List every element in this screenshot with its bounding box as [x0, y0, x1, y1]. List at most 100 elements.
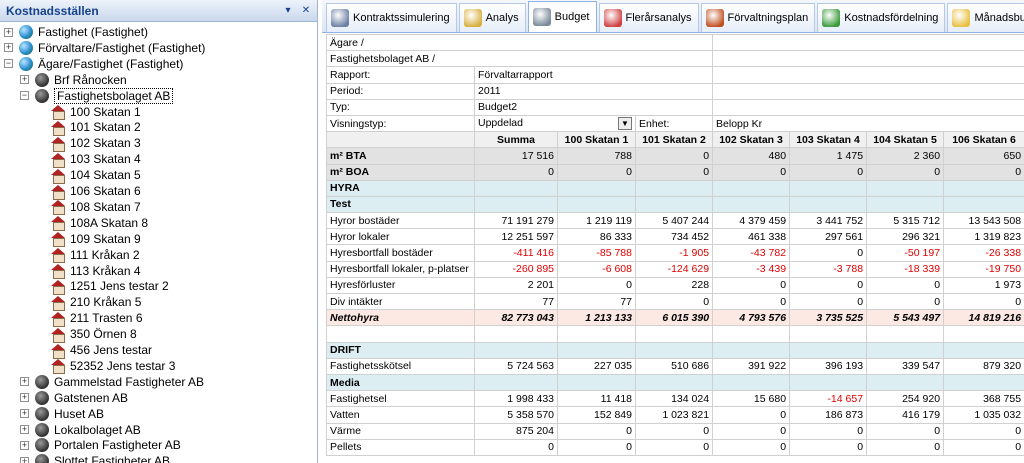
table-cell[interactable] [789, 179, 868, 197]
table-cell[interactable] [474, 325, 558, 343]
tree-node[interactable]: 109 Skatan 9 [36, 231, 141, 248]
table-cell[interactable] [866, 341, 945, 359]
table-cell[interactable] [712, 195, 791, 214]
table-cell[interactable]: 15 680 [712, 390, 791, 408]
table-cell[interactable] [943, 195, 1024, 214]
tree-node[interactable]: + Fastighet (Fastighet) [4, 24, 148, 40]
table-cell[interactable]: -19 750 [943, 260, 1024, 278]
tree-node[interactable]: 100 Skatan 1 [36, 104, 141, 120]
tree-node[interactable]: + Lokalbolaget AB [20, 422, 141, 438]
table-cell[interactable]: 0 [634, 438, 714, 456]
table-cell[interactable]: -50 197 [866, 244, 945, 262]
table-cell[interactable]: -85 788 [557, 244, 636, 262]
table-cell[interactable]: 5 407 244 [634, 212, 714, 230]
table-cell[interactable] [789, 373, 868, 392]
table-cell[interactable]: -1 905 [634, 244, 714, 262]
table-cell[interactable]: 734 452 [634, 228, 714, 246]
table-cell[interactable]: 0 [712, 422, 791, 440]
table-cell[interactable] [943, 373, 1024, 392]
table-cell[interactable]: 510 686 [634, 357, 714, 375]
table-cell[interactable] [634, 341, 714, 359]
column-header[interactable]: Summa [474, 131, 558, 149]
table-cell[interactable] [634, 195, 714, 214]
tree-node[interactable]: 1251 Jens testar 2 [36, 278, 169, 295]
tab-contract[interactable]: Kontraktssimulering [326, 3, 457, 32]
tab-calendar[interactable]: Flerårsanalys [598, 3, 699, 32]
column-header[interactable]: 100 Skatan 1 [557, 131, 636, 149]
table-cell[interactable]: 77 [557, 292, 636, 311]
table-cell[interactable]: -260 895 [474, 260, 558, 278]
table-cell[interactable]: -14 657 [789, 390, 868, 408]
table-cell[interactable]: 17 516 [474, 147, 558, 165]
table-cell[interactable]: 5 315 712 [866, 212, 945, 230]
collapse-icon[interactable]: − [20, 91, 29, 101]
tree-node[interactable]: 52352 Jens testar 3 [36, 358, 175, 375]
table-cell[interactable]: 6 015 390 [634, 309, 714, 327]
table-cell[interactable]: 4 793 576 [712, 309, 791, 327]
tree-node[interactable]: + Huset AB [20, 406, 104, 422]
table-cell[interactable]: 186 873 [789, 406, 868, 424]
table-cell[interactable]: 254 920 [866, 390, 945, 408]
type-value[interactable]: Budget2 [473, 98, 714, 116]
table-cell[interactable]: 5 358 570 [474, 406, 558, 424]
table-cell[interactable] [557, 373, 636, 392]
table-cell[interactable] [789, 325, 868, 343]
table-cell[interactable]: 1 023 821 [634, 406, 714, 424]
tree-node[interactable]: 101 Skatan 2 [36, 119, 141, 136]
table-cell[interactable]: -26 338 [943, 244, 1024, 262]
table-cell[interactable]: 875 204 [474, 422, 558, 440]
table-cell[interactable]: 0 [789, 438, 868, 456]
table-cell[interactable]: 5 543 497 [866, 309, 945, 327]
table-cell[interactable]: -6 608 [557, 260, 636, 278]
tab-calculator[interactable]: Budget [527, 1, 597, 32]
table-cell[interactable]: 71 191 279 [474, 212, 558, 230]
table-cell[interactable]: 0 [789, 292, 868, 311]
column-header[interactable]: 104 Skatan 5 [866, 131, 945, 149]
table-cell[interactable]: 1 973 [943, 276, 1024, 295]
expand-icon[interactable]: + [20, 393, 29, 403]
table-cell[interactable]: 2 360 [866, 147, 945, 165]
column-header[interactable]: 106 Skatan 6 [943, 131, 1024, 149]
expand-icon[interactable]: + [20, 377, 29, 387]
table-cell[interactable]: 480 [712, 147, 791, 165]
table-cell[interactable] [557, 341, 636, 359]
tab-magnifier[interactable]: Analys [458, 3, 526, 32]
column-header[interactable]: 101 Skatan 2 [634, 131, 714, 149]
pin-icon[interactable]: ▾ [281, 4, 295, 18]
table-cell[interactable]: 0 [634, 163, 714, 181]
table-cell[interactable]: 0 [866, 292, 945, 311]
table-cell[interactable]: 2 201 [474, 276, 558, 295]
table-cell[interactable] [866, 195, 945, 214]
table-cell[interactable] [712, 373, 791, 392]
table-cell[interactable]: -43 782 [712, 244, 791, 262]
period-value[interactable]: 2011 [473, 82, 714, 100]
table-cell[interactable]: 1 035 032 [943, 406, 1024, 424]
table-cell[interactable]: 0 [557, 438, 636, 456]
view-type-select[interactable]: Uppdelad ▼ [474, 114, 636, 133]
table-cell[interactable]: 5 724 563 [474, 357, 558, 375]
table-cell[interactable]: 0 [943, 292, 1024, 311]
table-cell[interactable]: 0 [789, 163, 868, 181]
table-cell[interactable]: 13 543 508 [943, 212, 1024, 230]
table-cell[interactable]: -411 416 [474, 244, 558, 262]
table-cell[interactable] [943, 179, 1024, 197]
table-cell[interactable]: 391 922 [712, 357, 791, 375]
table-cell[interactable] [789, 341, 868, 359]
tree-node[interactable]: 350 Örnen 8 [36, 326, 137, 343]
column-header[interactable]: 103 Skatan 4 [789, 131, 868, 149]
table-cell[interactable]: 14 819 216 [943, 309, 1024, 327]
table-cell[interactable]: 461 338 [712, 228, 791, 246]
table-cell[interactable] [634, 179, 714, 197]
tree-node[interactable]: + Förvaltare/Fastighet (Fastighet) [4, 40, 205, 56]
table-cell[interactable]: 0 [789, 422, 868, 440]
table-cell[interactable]: 0 [557, 163, 636, 181]
table-cell[interactable] [866, 179, 945, 197]
table-cell[interactable]: 396 193 [789, 357, 868, 375]
tree-node[interactable]: 210 Kråkan 5 [36, 294, 141, 311]
table-cell[interactable]: 1 998 433 [474, 390, 558, 408]
tree-node[interactable]: 106 Skatan 6 [36, 183, 141, 200]
table-cell[interactable] [474, 179, 558, 197]
table-cell[interactable] [866, 373, 945, 392]
tab-target[interactable]: Förvaltningsplan [700, 3, 816, 32]
table-cell[interactable] [712, 341, 791, 359]
